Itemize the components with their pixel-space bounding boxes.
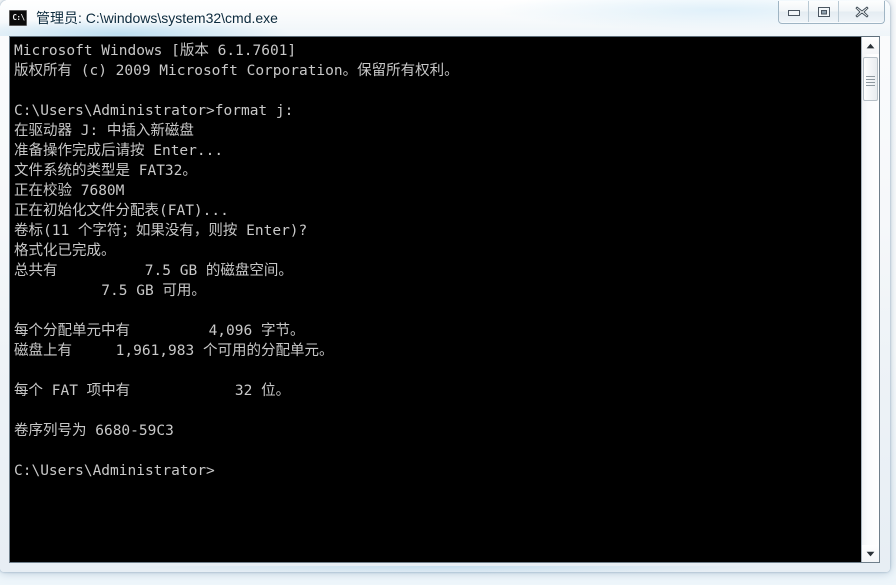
console-line: 总共有 7.5 GB 的磁盘空间。 [14, 263, 293, 279]
console-client-area[interactable]: Microsoft Windows [版本 6.1.7601] 版权所有 (c) … [9, 36, 880, 563]
maximize-button[interactable] [809, 1, 839, 22]
console-line: 在驱动器 J: 中插入新磁盘 [14, 123, 194, 139]
minimize-icon [787, 10, 800, 16]
cmd-console-icon: C:\ [9, 10, 27, 26]
console-line: 卷序列号为 6680-59C3 [14, 423, 174, 439]
console-output[interactable]: Microsoft Windows [版本 6.1.7601] 版权所有 (c) … [10, 37, 861, 562]
maximize-icon [817, 6, 830, 17]
close-icon [855, 6, 868, 17]
cmd-window: C:\ 管理员: C:\windows\system32\cmd.exe Mic… [0, 0, 890, 572]
console-line: 每个 FAT 项中有 32 位。 [14, 383, 291, 399]
cmd-icon-glyph: C:\ [11, 13, 25, 22]
console-line: 卷标(11 个字符；如果没有，则按 Enter)? [14, 223, 308, 239]
minimize-button[interactable] [779, 1, 809, 22]
console-line: 磁盘上有 1,961,983 个可用的分配单元。 [14, 343, 334, 359]
chevron-up-icon [866, 43, 875, 48]
scroll-down-arrow[interactable] [862, 545, 879, 562]
chevron-down-icon [866, 551, 875, 556]
console-line: 每个分配单元中有 4,096 字节。 [14, 323, 305, 339]
console-line: 格式化已完成。 [14, 243, 116, 259]
close-button[interactable] [839, 1, 884, 22]
console-line: 正在校验 7680M [14, 183, 125, 199]
scrollbar-thumb-grip [866, 78, 875, 80]
console-line: 准备操作完成后请按 Enter... [14, 143, 224, 159]
console-line: C:\Users\Administrator> [14, 463, 215, 479]
window-controls [778, 1, 885, 24]
scrollbar-thumb[interactable] [863, 57, 878, 101]
scroll-up-arrow[interactable] [862, 37, 879, 54]
titlebar[interactable]: C:\ 管理员: C:\windows\system32\cmd.exe [0, 0, 890, 36]
console-line: 版权所有 (c) 2009 Microsoft Corporation。保留所有… [14, 63, 459, 79]
console-line: Microsoft Windows [版本 6.1.7601] [14, 43, 297, 59]
desktop-background: C:\ 管理员: C:\windows\system32\cmd.exe Mic… [0, 0, 896, 585]
console-line: 7.5 GB 可用。 [14, 283, 206, 299]
console-line: 正在初始化文件分配表(FAT)... [14, 203, 229, 219]
vertical-scrollbar[interactable] [861, 37, 879, 562]
window-title: 管理员: C:\windows\system32\cmd.exe [36, 10, 278, 26]
console-line: 文件系统的类型是 FAT32。 [14, 163, 197, 179]
console-line: C:\Users\Administrator>format j: [14, 103, 294, 119]
